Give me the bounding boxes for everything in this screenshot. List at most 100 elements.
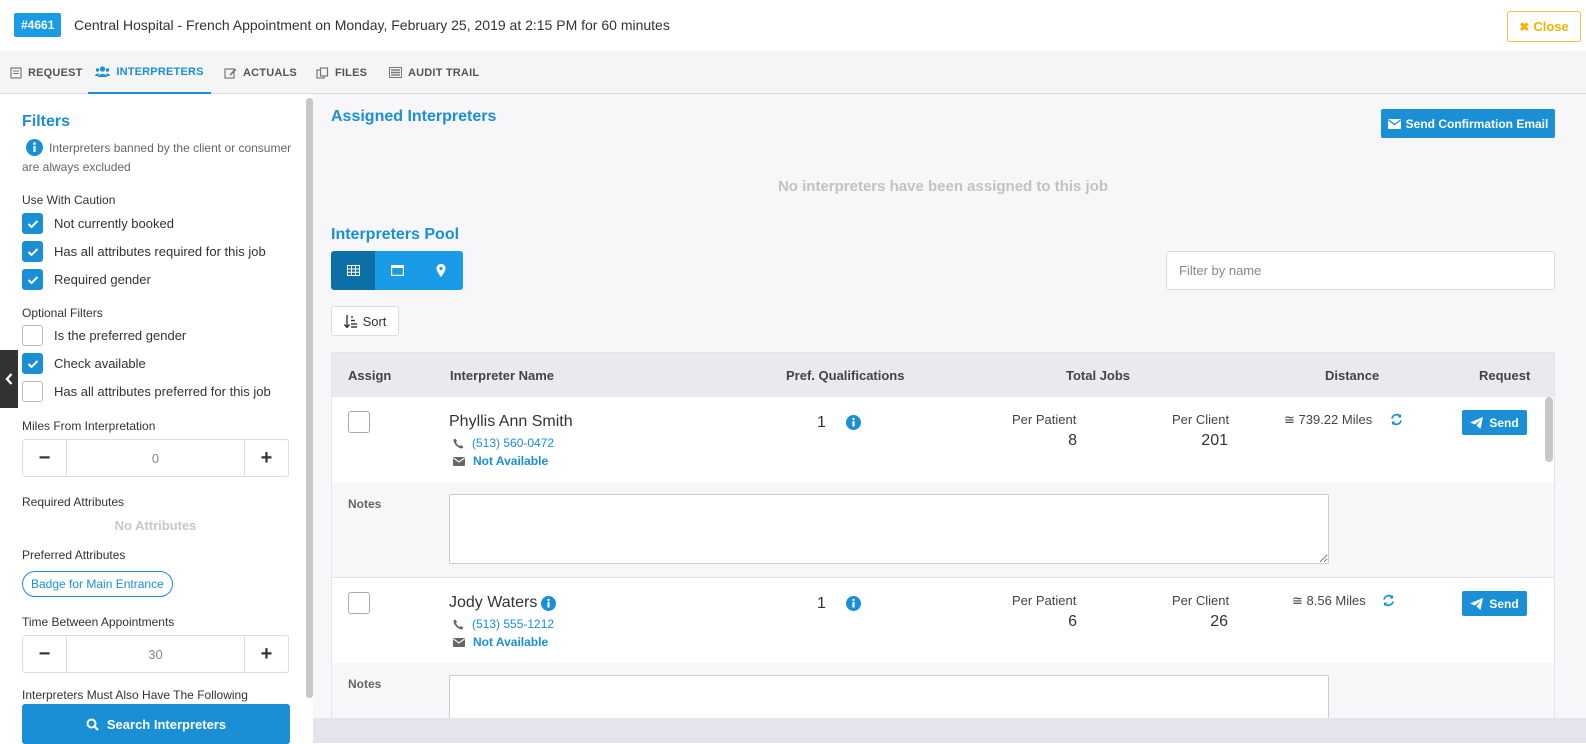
search-icon [86,718,99,731]
tab-files-label: FILES [335,66,368,79]
interpreter-phone[interactable]: (513) 555-1212 [453,617,554,631]
filter-has-preferred-attributes[interactable]: Has all attributes preferred for this jo… [22,381,271,402]
notes-label: Notes [348,497,382,511]
per-client-value: 201 [1201,432,1228,449]
card-view-button[interactable] [375,251,419,290]
time-decrement-button[interactable]: − [23,636,66,672]
tab-actuals[interactable]: ACTUALS [224,51,297,94]
tab-audit-trail-label: AUDIT TRAIL [408,66,480,79]
send-request-button[interactable]: Send [1462,410,1527,435]
envelope-icon [453,456,465,466]
close-button[interactable]: ✖ Close [1507,11,1581,42]
checkbox-unchecked[interactable] [22,381,43,402]
required-attributes-label: Required Attributes [22,495,125,509]
tab-request[interactable]: REQUEST [10,51,85,94]
tab-files[interactable]: FILES [316,51,367,94]
qualifications-info-icon[interactable] [846,415,861,430]
checkbox-checked[interactable] [22,269,43,290]
sort-icon [343,314,358,328]
pref-qualifications-count: 1 [817,414,826,431]
checkbox-checked[interactable] [22,213,43,234]
job-number-badge: #4661 [14,13,62,37]
request-doc-icon [10,66,22,79]
filter-required-gender[interactable]: Required gender [22,269,151,290]
interpreter-name[interactable]: Phyllis Ann Smith [449,413,573,431]
table-header: Assign Interpreter Name Pref. Qualificat… [332,353,1554,397]
miles-input[interactable]: 0 [66,440,245,476]
checkbox-unchecked[interactable] [22,325,43,346]
tab-actuals-label: ACTUALS [243,66,297,79]
map-marker-icon [436,264,446,277]
users-icon [95,65,111,78]
send-confirmation-email-button[interactable]: Send Confirmation Email [1381,109,1555,138]
close-label: Close [1533,19,1569,34]
miles-increment-button[interactable]: + [245,440,288,476]
filter-preferred-gender[interactable]: Is the preferred gender [22,325,186,346]
sort-button[interactable]: Sort [331,306,399,336]
send-request-button[interactable]: Send [1462,591,1527,616]
interpreter-name-text: Phyllis Ann Smith [449,413,573,430]
no-attributes-text: No Attributes [114,518,197,533]
filter-by-name-input[interactable] [1166,251,1555,290]
column-pref-qualifications: Pref. Qualifications [786,368,905,383]
close-x-icon: ✖ [1519,19,1530,34]
table-view-button[interactable] [331,251,375,290]
refresh-distance-icon[interactable] [1390,413,1403,426]
email-status-text: Not Available [473,454,549,468]
sidebar-scrollbar[interactable] [306,98,313,698]
filter-label: Has all attributes required for this job [54,244,266,259]
qualifications-info-icon[interactable] [846,596,861,611]
preferred-attribute-pill[interactable]: Badge for Main Entrance [22,571,173,597]
interpreter-email-status: Not Available [453,454,548,468]
tab-interpreters-label: INTERPRETERS [116,65,204,78]
search-interpreters-button[interactable]: Search Interpreters [22,704,290,744]
miles-decrement-button[interactable]: − [23,440,66,476]
refresh-distance-icon[interactable] [1382,594,1395,607]
assign-checkbox[interactable] [348,592,370,614]
pref-qualifications-count: 1 [817,595,826,612]
search-interpreters-label: Search Interpreters [106,716,227,732]
checkbox-checked[interactable] [22,353,43,374]
per-patient-value: 6 [1068,613,1077,630]
email-status-text: Not Available [473,635,549,649]
notes-textarea[interactable] [449,494,1329,564]
interpreter-phone[interactable]: (513) 560-0472 [453,436,554,450]
paper-plane-icon [1470,597,1484,610]
interpreter-name[interactable]: Jody Waters [449,594,557,612]
filters-title: Filters [22,113,71,130]
tab-audit-trail[interactable]: AUDIT TRAIL [389,51,479,94]
phone-icon [453,438,464,449]
filter-label: Not currently booked [54,216,174,231]
optional-filters-label: Optional Filters [22,306,103,320]
phone-text: (513) 560-0472 [472,436,555,450]
no-assigned-message: No interpreters have been assigned to th… [777,178,1109,195]
per-patient-label: Per Patient [1012,593,1077,608]
filter-has-required-attributes[interactable]: Has all attributes required for this job [22,241,266,262]
per-patient-value: 8 [1068,432,1077,449]
tab-request-label: REQUEST [28,66,83,79]
checkbox-checked[interactable] [22,241,43,262]
interpreters-pool-title: Interpreters Pool [331,226,460,243]
interpreter-email-status: Not Available [453,635,548,649]
filter-not-currently-booked[interactable]: Not currently booked [22,213,174,234]
assign-checkbox[interactable] [348,411,370,433]
files-icon [316,66,329,79]
miles-stepper: − 0 + [22,439,289,477]
must-have-label: Interpreters Must Also Have The Followin… [22,688,248,702]
info-icon [26,139,43,156]
per-client-label: Per Client [1172,593,1230,608]
interpreter-info-icon[interactable] [541,595,557,611]
ban-note: Interpreters banned by the client or con… [22,139,297,177]
tab-interpreters[interactable]: INTERPRETERS [88,51,211,94]
tab-bar: REQUEST INTERPRETERS ACTUALS FILES AUDIT… [0,51,1586,94]
map-view-button[interactable] [419,251,463,290]
time-between-input[interactable]: 30 [66,636,245,672]
send-confirmation-email-label: Send Confirmation Email [1405,116,1549,131]
time-increment-button[interactable]: + [245,636,288,672]
phone-icon [453,619,464,630]
filter-label: Check available [54,356,146,371]
filter-check-available[interactable]: Check available [22,353,146,374]
collapse-sidebar-button[interactable] [0,350,18,408]
table-scrollbar[interactable] [1545,397,1553,462]
send-label: Send [1489,415,1519,430]
